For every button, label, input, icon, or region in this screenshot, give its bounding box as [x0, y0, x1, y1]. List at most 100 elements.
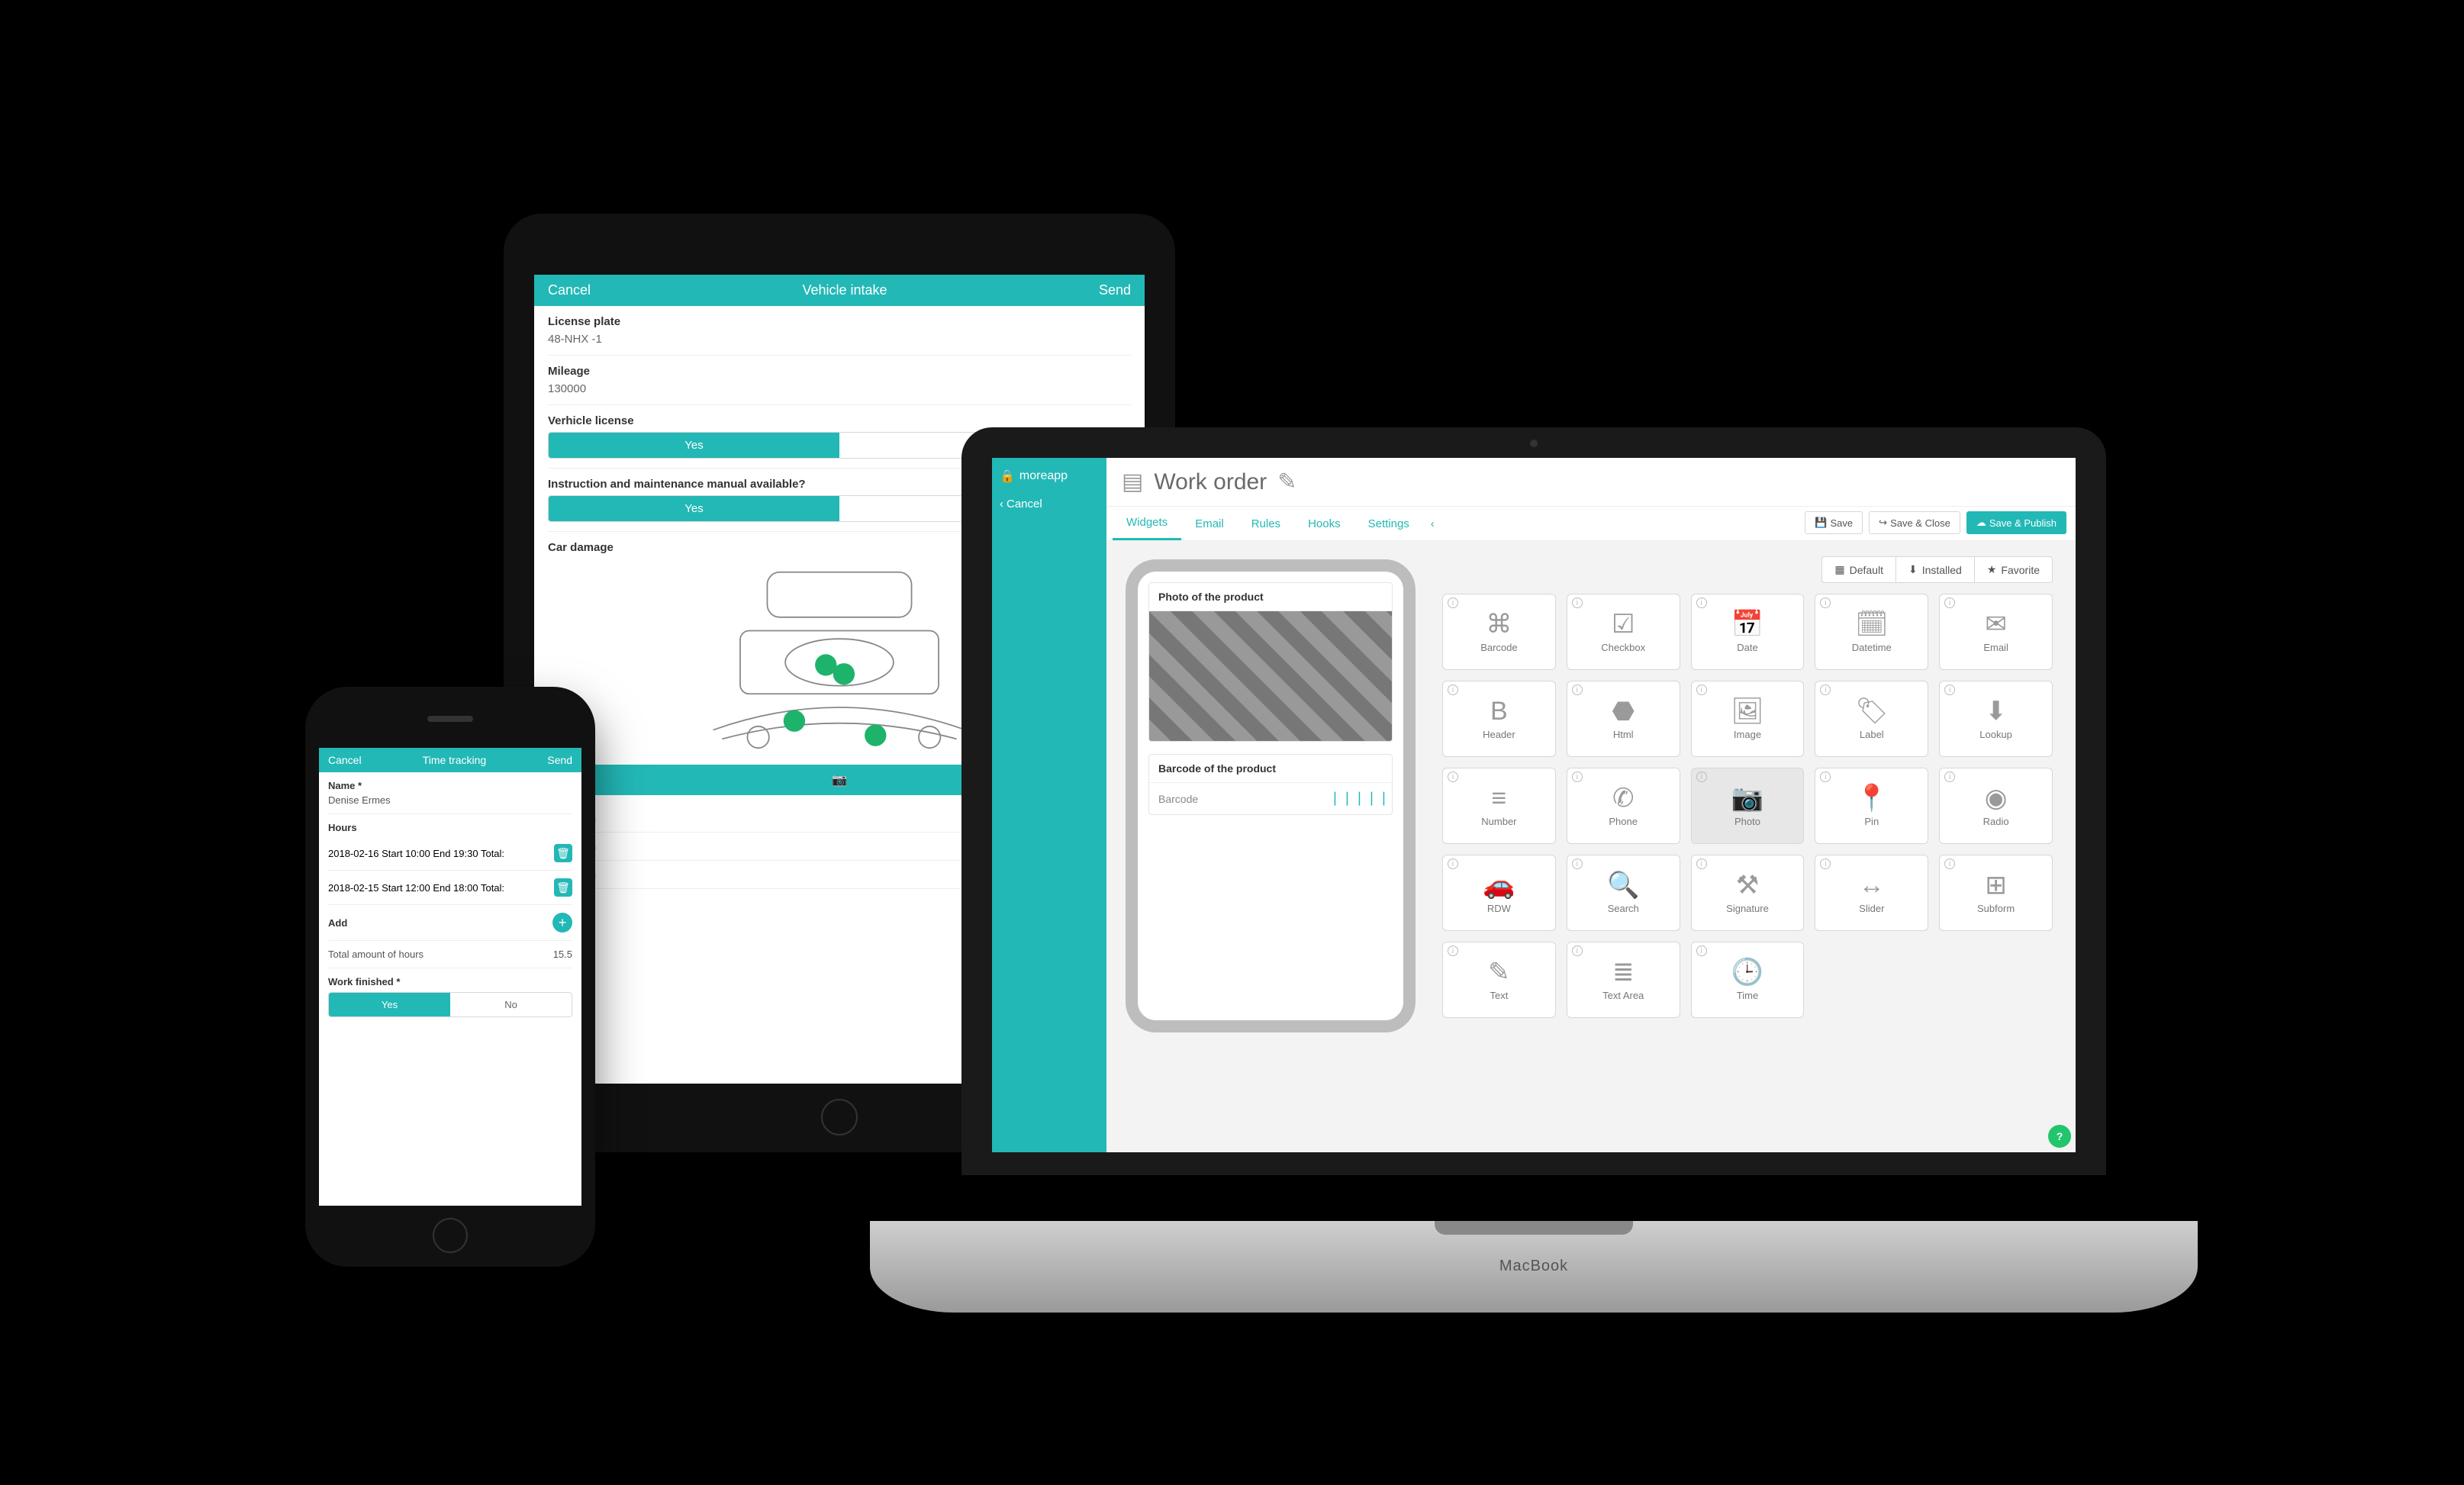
tab-rules[interactable]: Rules — [1238, 508, 1294, 540]
info-icon[interactable]: i — [1448, 771, 1458, 782]
name-label: Name * — [328, 780, 572, 791]
info-icon[interactable]: i — [1572, 945, 1583, 956]
widget-text[interactable]: i✎Text — [1442, 942, 1556, 1018]
preview-barcode-card[interactable]: Barcode of the product Barcode ⎹⎹⎹⎹⎹ — [1148, 754, 1393, 815]
cancel-button[interactable]: Cancel — [328, 754, 362, 766]
info-icon[interactable]: i — [1572, 771, 1583, 782]
send-button[interactable]: Send — [1099, 282, 1131, 298]
add-hours-row[interactable]: Add + — [328, 905, 572, 941]
save-close-button[interactable]: ↪Save & Close — [1869, 511, 1960, 534]
info-icon[interactable]: i — [1944, 771, 1955, 782]
brand-logo[interactable]: 🔒 moreapp — [1000, 469, 1068, 484]
info-icon[interactable]: i — [1448, 858, 1458, 869]
widget-checkbox[interactable]: i☑Checkbox — [1567, 594, 1680, 670]
widget-label: Phone — [1609, 816, 1638, 827]
phone-home-button[interactable] — [433, 1218, 468, 1253]
info-icon[interactable]: i — [1696, 598, 1707, 608]
info-icon[interactable]: i — [1448, 598, 1458, 608]
segment-yes[interactable]: Yes — [329, 993, 450, 1016]
hours-entry-2[interactable]: 2018-02-15 Start 12:00 End 18:00 Total: … — [328, 871, 572, 905]
info-icon[interactable]: i — [1944, 598, 1955, 608]
info-icon[interactable]: i — [1572, 598, 1583, 608]
info-icon[interactable]: i — [1448, 945, 1458, 956]
info-icon[interactable]: i — [1696, 945, 1707, 956]
info-icon[interactable]: i — [1696, 858, 1707, 869]
widget-datetime[interactable]: i🗓Datetime — [1815, 594, 1928, 670]
hours-header: Hours — [328, 814, 572, 833]
save-publish-button[interactable]: ☁Save & Publish — [1966, 511, 2066, 534]
cancel-button[interactable]: ‹ Cancel — [1000, 498, 1042, 511]
add-button[interactable]: + — [552, 913, 572, 933]
info-icon[interactable]: i — [1820, 771, 1831, 782]
send-button[interactable]: Send — [547, 754, 572, 766]
tab-scroll-left[interactable]: ‹ — [1423, 508, 1442, 540]
help-fab[interactable]: ? — [2048, 1125, 2071, 1148]
widget-signature[interactable]: i⚒Signature — [1691, 855, 1805, 931]
widget-photo[interactable]: i📷Photo — [1691, 768, 1805, 844]
tablet-home-button[interactable] — [821, 1099, 858, 1135]
palette-tab-default[interactable]: ▦Default — [1821, 556, 1896, 583]
info-icon[interactable]: i — [1448, 685, 1458, 695]
license-plate-field[interactable]: License plate 48-NHX -1 — [548, 306, 1131, 356]
widget-label[interactable]: i🏷Label — [1815, 681, 1928, 757]
tab-hooks[interactable]: Hooks — [1294, 508, 1354, 540]
info-icon[interactable]: i — [1696, 685, 1707, 695]
widget-html[interactable]: i⬣Html — [1567, 681, 1680, 757]
phone-device: Cancel Time tracking Send Name * Denise … — [305, 687, 595, 1267]
widget-email[interactable]: i✉Email — [1939, 594, 2053, 670]
widget-time[interactable]: i🕒Time — [1691, 942, 1805, 1018]
segment-no[interactable]: No — [450, 993, 572, 1016]
info-icon[interactable]: i — [1820, 858, 1831, 869]
date-icon: 📅 — [1731, 611, 1763, 637]
widget-radio[interactable]: i◉Radio — [1939, 768, 2053, 844]
delete-entry-2[interactable]: 🗑 — [554, 878, 572, 897]
preview-photo-card[interactable]: Photo of the product — [1148, 582, 1393, 742]
segment-yes[interactable]: Yes — [549, 496, 839, 521]
widget-slider[interactable]: i↔Slider — [1815, 855, 1928, 931]
palette-tab-favorite[interactable]: ★Favorite — [1975, 556, 2053, 583]
widget-number[interactable]: i≡Number — [1442, 768, 1556, 844]
save-button[interactable]: 💾Save — [1805, 511, 1863, 534]
slider-icon: ↔ — [1859, 872, 1885, 898]
info-icon[interactable]: i — [1820, 685, 1831, 695]
checkbox-icon: ☑ — [1612, 611, 1635, 637]
info-icon[interactable]: i — [1944, 858, 1955, 869]
widget-pin[interactable]: i📍Pin — [1815, 768, 1928, 844]
palette-tab-installed[interactable]: ⬇Installed — [1896, 556, 1975, 583]
tab-settings[interactable]: Settings — [1354, 508, 1423, 540]
mileage-field[interactable]: Mileage 130000 — [548, 356, 1131, 405]
preview-barcode-row[interactable]: Barcode ⎹⎹⎹⎹⎹ — [1149, 783, 1392, 814]
total-value: 15.5 — [553, 949, 572, 960]
preview-photo-title: Photo of the product — [1149, 583, 1392, 611]
widget-header[interactable]: iBHeader — [1442, 681, 1556, 757]
tab-widgets[interactable]: Widgets — [1113, 507, 1181, 540]
widget-image[interactable]: i🖼Image — [1691, 681, 1805, 757]
vehicle-license-label: Verhicle license — [548, 414, 1131, 427]
widget-barcode[interactable]: i⌘Barcode — [1442, 594, 1556, 670]
segment-yes[interactable]: Yes — [549, 433, 839, 458]
laptop-frame: 🔒 moreapp ‹ Cancel ▤ Work order ✎ Widget… — [961, 427, 2106, 1175]
info-icon[interactable]: i — [1696, 771, 1707, 782]
widget-rdw[interactable]: i🚗RDW — [1442, 855, 1556, 931]
cancel-button[interactable]: Cancel — [548, 282, 591, 298]
widget-search[interactable]: i🔍Search — [1567, 855, 1680, 931]
work-finished-segmented[interactable]: Yes No — [328, 992, 572, 1017]
info-icon[interactable]: i — [1572, 685, 1583, 695]
cancel-label: Cancel — [1007, 498, 1042, 511]
hours-entry-1[interactable]: 2018-02-16 Start 10:00 End 19:30 Total: … — [328, 836, 572, 871]
widget-lookup[interactable]: i⬇Lookup — [1939, 681, 2053, 757]
widget-subform[interactable]: i⊞Subform — [1939, 855, 2053, 931]
name-field[interactable]: Name * Denise Ermes — [328, 772, 572, 814]
delete-entry-1[interactable]: 🗑 — [554, 844, 572, 862]
edit-icon[interactable]: ✎ — [1277, 469, 1296, 495]
widget-textarea[interactable]: i≣Text Area — [1567, 942, 1680, 1018]
tab-email[interactable]: Email — [1181, 508, 1238, 540]
info-icon[interactable]: i — [1944, 685, 1955, 695]
license-plate-label: License plate — [548, 315, 1131, 328]
widget-phone[interactable]: i✆Phone — [1567, 768, 1680, 844]
save-close-label: Save & Close — [1890, 517, 1950, 529]
info-icon[interactable]: i — [1820, 598, 1831, 608]
widget-date[interactable]: i📅Date — [1691, 594, 1805, 670]
info-icon[interactable]: i — [1572, 858, 1583, 869]
work-finished-label: Work finished * — [328, 976, 572, 987]
